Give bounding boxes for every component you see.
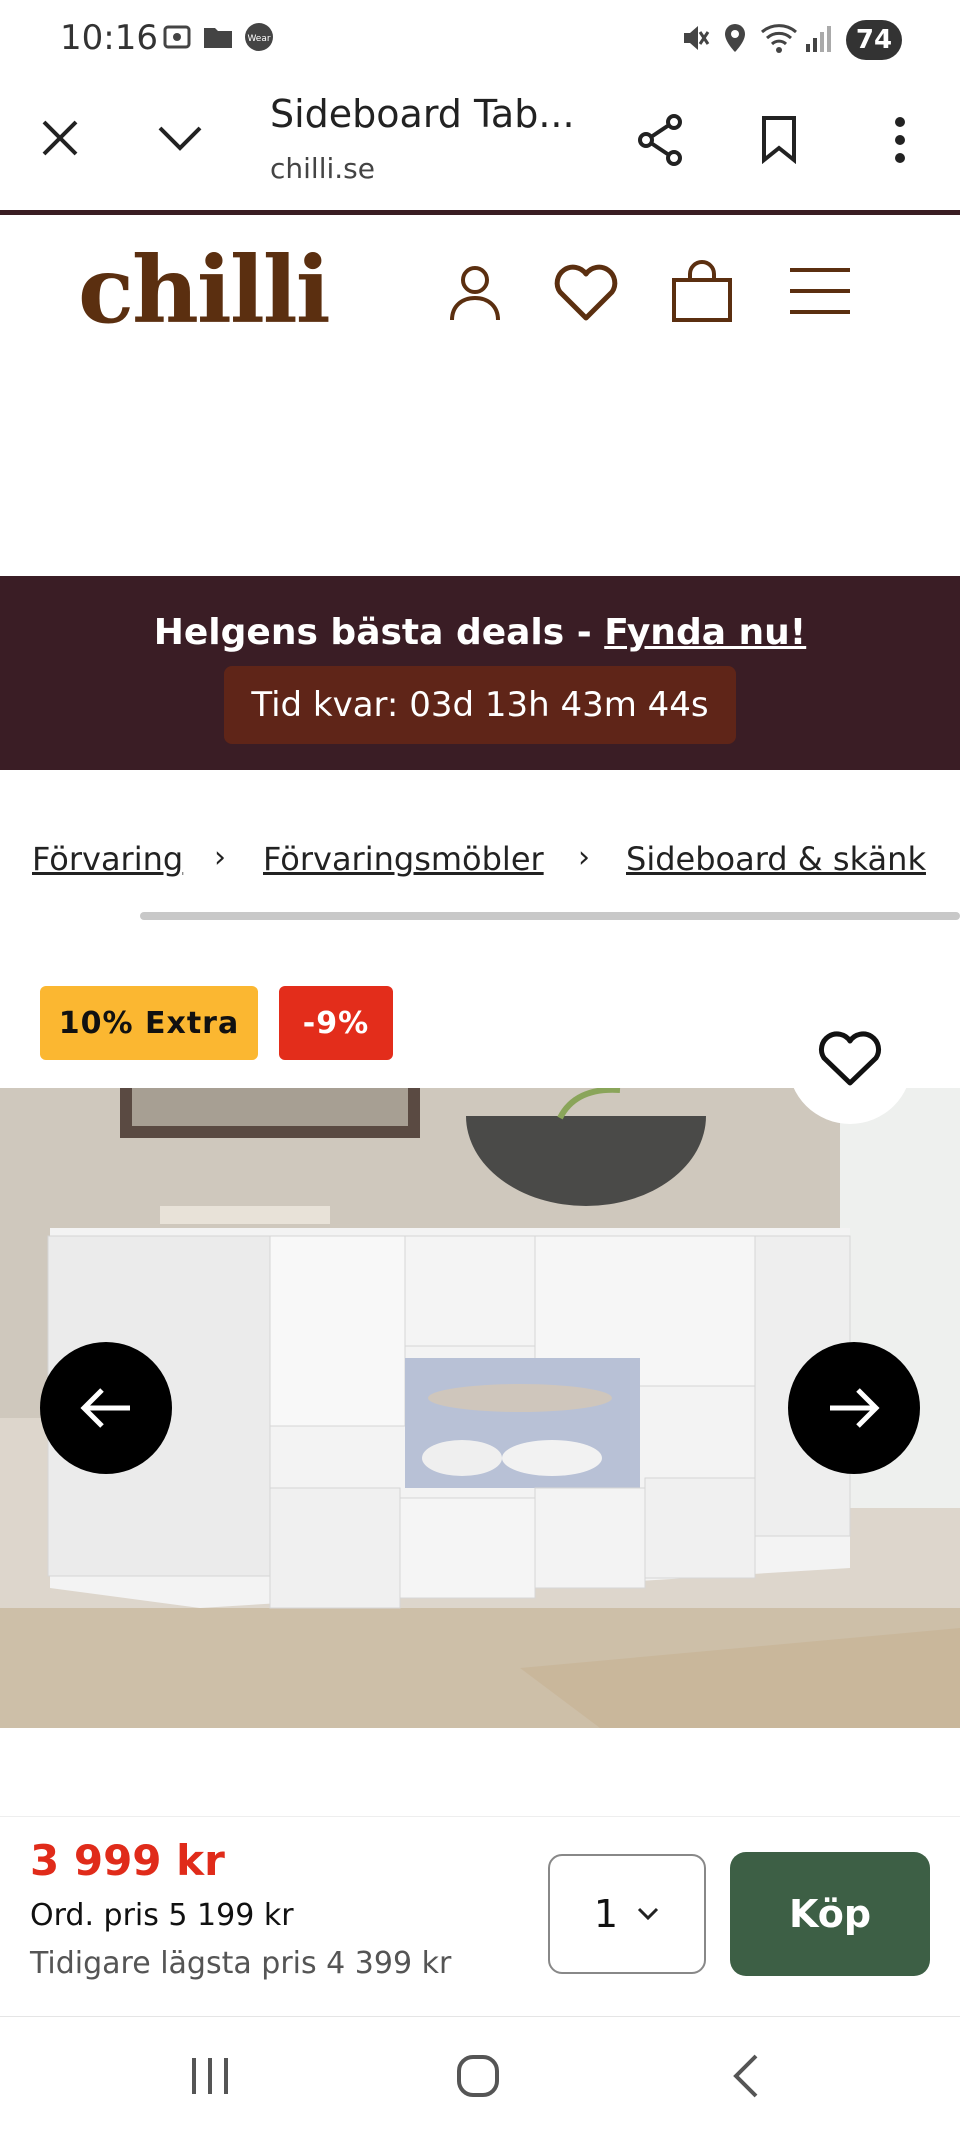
wishlist-icon[interactable]	[552, 262, 620, 322]
location-icon	[725, 24, 745, 52]
ordinary-price: Ord. pris 5 199 kr	[30, 1898, 294, 1933]
quantity-value: 1	[593, 1892, 619, 1936]
heart-icon	[818, 1031, 882, 1086]
home-icon[interactable]	[456, 2054, 500, 2098]
chevron-down-icon[interactable]	[156, 120, 204, 156]
signal-icon	[806, 26, 831, 52]
promo-label: Helgens bästa deals -	[153, 612, 605, 653]
account-icon[interactable]	[448, 264, 502, 322]
battery-indicator: 74	[846, 20, 902, 60]
next-image-button[interactable]	[788, 1342, 920, 1474]
discount-badge: -9%	[279, 986, 393, 1060]
back-icon[interactable]	[730, 2054, 760, 2098]
extra-discount-badge: 10% Extra	[40, 986, 258, 1060]
chevron-down-icon	[638, 1907, 659, 1921]
svg-text:Wear: Wear	[247, 34, 270, 44]
promo-banner: Helgens bästa deals - Fynda nu! Tid kvar…	[0, 576, 960, 770]
promo-text: Helgens bästa deals - Fynda nu!	[0, 612, 960, 653]
breadcrumb-separator: ›	[578, 840, 590, 875]
browser-url[interactable]: chilli.se	[270, 152, 375, 185]
status-bar: 10:16 Wear 74	[0, 0, 960, 80]
lowest-price: Tidigare lägsta pris 4 399 kr	[30, 1946, 452, 1981]
breadcrumb: Förvaring › Förvaringsmöbler › Sideboard…	[0, 830, 960, 890]
favorite-button[interactable]	[788, 992, 912, 1124]
breadcrumb-item-sideboard[interactable]: Sideboard & skänk	[626, 840, 926, 878]
breadcrumb-separator: ›	[214, 840, 226, 875]
screenshot-icon	[163, 25, 191, 49]
share-icon[interactable]	[636, 114, 684, 166]
arrow-left-icon	[80, 1388, 130, 1428]
status-time: 10:16	[60, 18, 158, 58]
breadcrumb-item-forvaringsmobler[interactable]: Förvaringsmöbler	[263, 840, 544, 878]
promo-link[interactable]: Fynda nu!	[604, 612, 806, 653]
breadcrumb-scrollbar[interactable]	[140, 912, 960, 920]
quantity-select[interactable]: 1	[548, 1854, 706, 1974]
countdown-timer: Tid kvar: 03d 13h 43m 44s	[224, 666, 736, 744]
previous-image-button[interactable]	[40, 1342, 172, 1474]
browser-page-title[interactable]: Sideboard Tab...	[270, 92, 575, 136]
arrow-right-icon	[830, 1388, 880, 1428]
site-logo[interactable]: chilli	[78, 236, 331, 344]
breadcrumb-item-forvaring[interactable]: Förvaring	[32, 840, 183, 878]
more-options-icon[interactable]	[890, 114, 910, 166]
wear-icon: Wear	[245, 23, 273, 51]
buy-button[interactable]: Köp	[730, 1852, 930, 1976]
close-icon[interactable]	[40, 118, 80, 158]
wifi-icon	[761, 24, 797, 53]
mute-icon	[684, 26, 710, 50]
current-price: 3 999 kr	[30, 1836, 225, 1885]
recent-apps-icon[interactable]	[188, 2056, 232, 2096]
folder-icon	[204, 28, 232, 48]
bookmark-icon[interactable]	[760, 114, 798, 164]
cart-icon[interactable]	[670, 260, 734, 324]
menu-icon[interactable]	[788, 264, 852, 318]
